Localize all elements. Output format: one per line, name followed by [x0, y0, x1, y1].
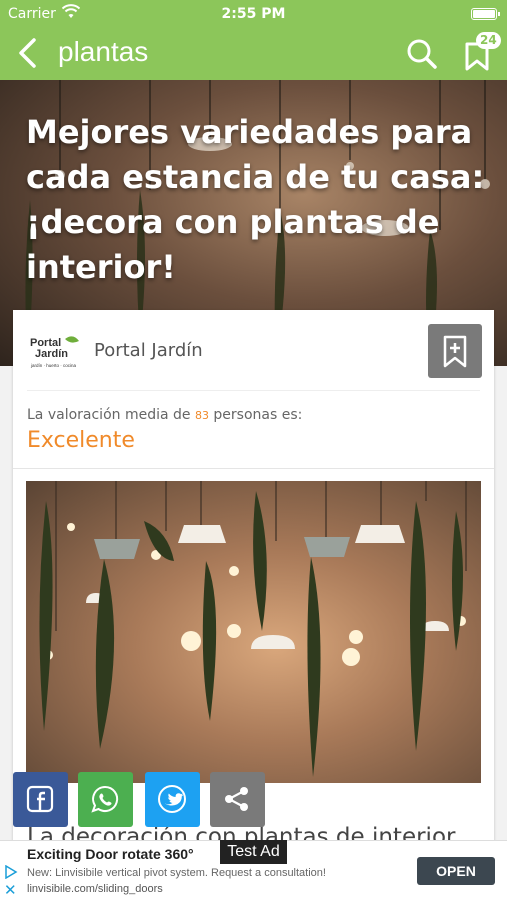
rating-count: 83: [194, 409, 209, 422]
whatsapp-icon: [91, 785, 119, 813]
share-twitter-button[interactable]: [145, 772, 200, 827]
share-whatsapp-button[interactable]: [78, 772, 133, 827]
divider: [13, 468, 494, 469]
status-bar: Carrier 2:55 PM: [0, 0, 507, 28]
ad-title[interactable]: Exciting Door rotate 360°: [27, 846, 194, 862]
divider: [27, 390, 480, 391]
ad-choices-icon[interactable]: [4, 865, 18, 879]
rating-value: Excelente: [27, 428, 135, 453]
article-photo: [26, 481, 481, 783]
article-title: Mejores variedades para cada estancia de…: [26, 113, 485, 286]
ad-close-icon[interactable]: ✕: [4, 881, 17, 899]
back-arrow-icon[interactable]: [14, 36, 44, 70]
top-bar: Carrier 2:55 PM plantas 24: [0, 0, 507, 80]
share-more-button[interactable]: [210, 772, 265, 827]
page-title: plantas: [58, 36, 149, 67]
hanging-plants-photo: [39, 481, 467, 777]
svg-text:Jardín: Jardín: [35, 348, 68, 360]
rating-prefix: La valoración media de: [27, 407, 195, 423]
svg-text:jardín · huerto · cocina: jardín · huerto · cocina: [30, 363, 77, 368]
facebook-icon: [26, 785, 54, 813]
search-icon[interactable]: [406, 38, 438, 70]
ad-url[interactable]: linvisibile.com/sliding_doors: [27, 883, 163, 895]
bookmark-add-icon: [443, 335, 467, 368]
ad-description: New: Linvisibile vertical pivot system. …: [27, 867, 326, 879]
save-article-button[interactable]: [428, 324, 482, 378]
share-facebook-button[interactable]: [13, 772, 68, 827]
source-name[interactable]: Portal Jardín: [94, 340, 203, 361]
source-logo[interactable]: Portal Jardín jardín · huerto · cocina: [29, 332, 81, 372]
battery-icon: [471, 8, 500, 20]
twitter-icon: [158, 785, 186, 813]
clock: 2:55 PM: [221, 6, 286, 22]
test-ad-label: Test Ad: [220, 840, 287, 864]
rating-caption: La valoración media de 83 personas es:: [27, 407, 302, 423]
rating-suffix: personas es:: [208, 407, 303, 423]
share-icon: [225, 787, 248, 811]
saved-count-badge: 24: [476, 32, 501, 49]
ad-open-button[interactable]: OPEN: [417, 857, 495, 885]
